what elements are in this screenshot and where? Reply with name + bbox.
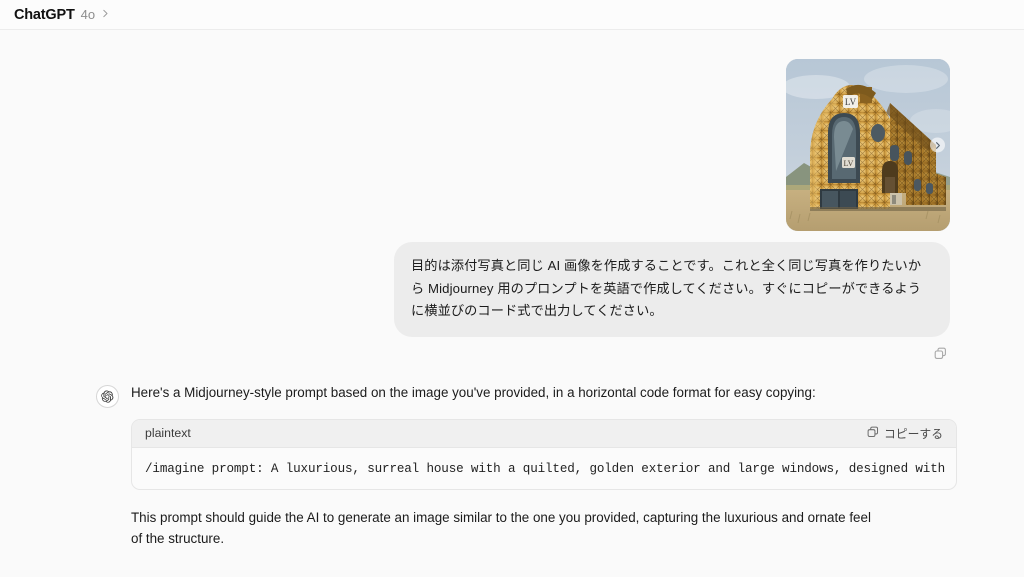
app-title: ChatGPT — [14, 6, 75, 23]
user-message-text: 目的は添付写真と同じ AI 画像を作成することです。これと全く同じ写真を作りたい… — [411, 258, 922, 319]
svg-text:LV: LV — [845, 97, 857, 107]
code-block-body[interactable]: /imagine prompt: A luxurious, surreal ho… — [132, 448, 956, 489]
conversation-area: LV LV 目的は添付写真と同じ AI 画像を作成することです。これと全く同じ写… — [0, 30, 1024, 577]
model-switcher[interactable]: ChatGPT 4o — [14, 7, 110, 23]
user-message-bubble: 目的は添付写真と同じ AI 画像を作成することです。これと全く同じ写真を作りたい… — [394, 242, 950, 338]
chevron-right-circle-icon[interactable] — [930, 137, 945, 153]
assistant-message-body: Here's a Midjourney-style prompt based o… — [131, 383, 957, 550]
copy-icon — [867, 426, 879, 441]
svg-text:LV: LV — [844, 159, 854, 168]
copy-code-button[interactable]: コピーする — [867, 425, 943, 442]
assistant-intro-text: Here's a Midjourney-style prompt based o… — [131, 385, 816, 401]
openai-logo-icon — [96, 385, 119, 409]
user-message-actions — [930, 343, 950, 363]
attached-image-thumbnail[interactable]: LV LV — [786, 59, 950, 231]
copy-code-label: コピーする — [884, 426, 943, 441]
assistant-outro-text: This prompt should guide the AI to gener… — [131, 509, 871, 547]
code-block: plaintext コピーする /imagine prompt: A luxur… — [131, 418, 957, 490]
code-language-label: plaintext — [145, 426, 191, 441]
code-line: /imagine prompt: A luxurious, surreal ho… — [145, 461, 946, 476]
assistant-message-turn: Here's a Midjourney-style prompt based o… — [36, 363, 988, 550]
user-message-turn: LV LV 目的は添付写真と同じ AI 画像を作成することです。これと全く同じ写… — [36, 30, 988, 363]
model-label: 4o — [80, 6, 96, 22]
code-block-header: plaintext コピーする — [132, 419, 956, 448]
chevron-right-icon — [101, 9, 110, 18]
copy-icon[interactable] — [930, 343, 950, 363]
app-header: ChatGPT 4o — [0, 0, 1024, 30]
